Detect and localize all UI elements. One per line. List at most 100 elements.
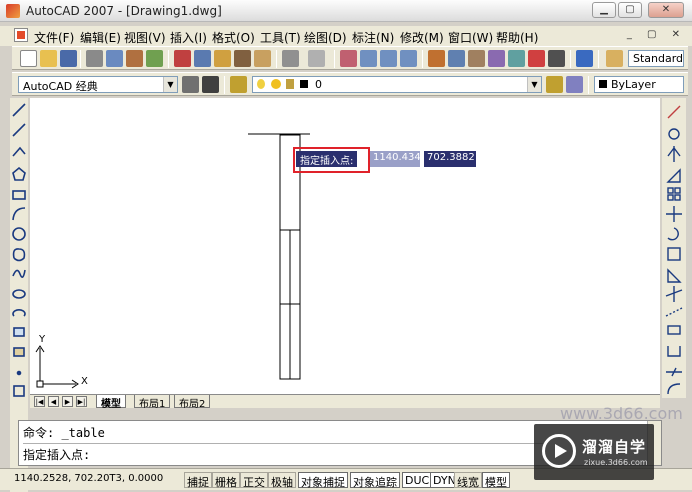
- otrack-toggle[interactable]: 对象追踪: [350, 472, 400, 489]
- watermark-title: 溜溜自学: [582, 438, 647, 456]
- osnap-toggle[interactable]: 对象捕捉: [298, 472, 348, 489]
- workspace-combo[interactable]: AutoCAD 经典 ▼: [18, 76, 178, 93]
- tool-palettes-icon[interactable]: [468, 50, 485, 67]
- hatch-icon: [13, 385, 25, 397]
- design-center-icon[interactable]: [448, 50, 465, 67]
- redo-icon[interactable]: [308, 50, 325, 67]
- watermark-url: zixue.3d66.com: [584, 458, 648, 467]
- properties-icon[interactable]: [428, 50, 445, 67]
- close-button[interactable]: ✕: [648, 2, 684, 18]
- menu-window[interactable]: 窗口(W): [448, 29, 493, 46]
- menu-dimension[interactable]: 标注(N): [352, 29, 394, 46]
- modify-toolbar: [662, 98, 686, 398]
- lock-icon[interactable]: [286, 79, 294, 89]
- menu-draw[interactable]: 绘图(D): [304, 29, 347, 46]
- plot-preview-icon[interactable]: [106, 50, 123, 67]
- chevron-down-icon[interactable]: ▼: [163, 77, 177, 92]
- undo-icon[interactable]: [282, 50, 299, 67]
- prev-tab-button[interactable]: ◀: [48, 396, 59, 407]
- standard-toolbar: Standard: [12, 46, 688, 70]
- polar-toggle[interactable]: 极轴: [268, 472, 296, 489]
- last-tab-button[interactable]: ▶|: [76, 396, 87, 407]
- text-style-icon[interactable]: [606, 50, 623, 67]
- window-title: AutoCAD 2007 - [Drawing1.dwg]: [26, 4, 222, 18]
- first-tab-button[interactable]: |◀: [34, 396, 45, 407]
- color-swatch: [599, 80, 607, 88]
- chevron-down-icon[interactable]: ▼: [527, 77, 541, 92]
- color-combo[interactable]: ByLayer: [594, 76, 684, 93]
- menu-edit[interactable]: 编辑(E): [80, 29, 121, 46]
- save-workspace-icon[interactable]: [202, 76, 219, 93]
- zoom-previous-icon[interactable]: [400, 50, 417, 67]
- minimize-button[interactable]: ▁: [592, 2, 616, 18]
- toolbar-separator: [224, 76, 225, 94]
- 3d-dwf-icon[interactable]: [146, 50, 163, 67]
- drawing-geometry: [35, 133, 310, 389]
- menu-modify[interactable]: 修改(M): [400, 29, 444, 46]
- command-history-line: 命令: _table: [23, 426, 105, 440]
- command-prompt-line[interactable]: 指定插入点:: [23, 443, 543, 463]
- tab-layout1[interactable]: 布局1: [134, 395, 171, 410]
- snap-toggle[interactable]: 捕捉: [184, 472, 212, 489]
- grid-toggle[interactable]: 栅格: [212, 472, 240, 489]
- paste-icon[interactable]: [214, 50, 231, 67]
- match-properties-icon[interactable]: [234, 50, 251, 67]
- sun-icon[interactable]: [270, 79, 281, 89]
- document-icon[interactable]: [14, 28, 28, 42]
- menu-insert[interactable]: 插入(I): [170, 29, 207, 46]
- menu-view[interactable]: 视图(V): [124, 29, 166, 46]
- spline-icon: [12, 269, 26, 278]
- construction-line-icon: [12, 123, 26, 137]
- copy-icon[interactable]: [194, 50, 211, 67]
- ellipse-arc-icon: [12, 309, 26, 317]
- calculator-icon[interactable]: [548, 50, 565, 67]
- ortho-toggle[interactable]: 正交: [240, 472, 268, 489]
- pan-icon[interactable]: [340, 50, 357, 67]
- ucs-icon: [35, 345, 79, 389]
- new-icon[interactable]: [20, 50, 37, 67]
- rotate-icon: [667, 227, 679, 241]
- insert-block-icon: [13, 327, 25, 337]
- dynamic-input-x-field[interactable]: 1140.434: [370, 151, 420, 167]
- maximize-button[interactable]: ▢: [618, 2, 642, 18]
- layer-combo[interactable]: 0 ▼: [252, 76, 542, 93]
- menu-format[interactable]: 格式(O): [212, 29, 255, 46]
- lightbulb-icon[interactable]: [257, 79, 265, 89]
- color-value: ByLayer: [611, 78, 656, 91]
- menu-tools[interactable]: 工具(T): [260, 29, 301, 46]
- trim-icon: [665, 286, 683, 302]
- print-icon[interactable]: [86, 50, 103, 67]
- mdi-window-controls[interactable]: _ ▢ ✕: [627, 29, 686, 40]
- text-style-combo[interactable]: Standard: [628, 50, 684, 67]
- menu-help[interactable]: 帮助(H): [496, 29, 538, 46]
- help-icon[interactable]: [576, 50, 593, 67]
- toolbar-separator: [80, 50, 81, 68]
- point-icon: [16, 370, 22, 376]
- cut-icon[interactable]: [174, 50, 191, 67]
- erase-icon: [667, 105, 681, 119]
- autocad-app-icon[interactable]: [6, 4, 20, 18]
- save-icon[interactable]: [60, 50, 77, 67]
- markup-icon[interactable]: [508, 50, 525, 67]
- sheet-set-icon[interactable]: [488, 50, 505, 67]
- zoom-realtime-icon[interactable]: [360, 50, 377, 67]
- next-tab-button[interactable]: ▶: [62, 396, 73, 407]
- workspace-settings-icon[interactable]: [182, 76, 199, 93]
- toolbar-separator: [570, 50, 571, 68]
- block-editor-icon[interactable]: [254, 50, 271, 67]
- menu-file[interactable]: 文件(F): [34, 29, 74, 46]
- dynamic-input-y-field[interactable]: 702.3882: [424, 151, 476, 167]
- drawing-area[interactable]: Y X: [30, 98, 660, 394]
- zoom-window-icon[interactable]: [380, 50, 397, 67]
- model-toggle[interactable]: 模型: [482, 472, 510, 489]
- layer-manager-icon[interactable]: [230, 76, 247, 93]
- tab-layout2[interactable]: 布局2: [174, 395, 211, 410]
- publish-icon[interactable]: [126, 50, 143, 67]
- toolbar-separator: [422, 50, 423, 68]
- open-icon[interactable]: [40, 50, 57, 67]
- lineweight-toggle[interactable]: 线宽: [454, 472, 482, 489]
- quickcalc-icon[interactable]: [528, 50, 545, 67]
- make-layer-current-icon[interactable]: [546, 76, 563, 93]
- layer-previous-icon[interactable]: [566, 76, 583, 93]
- tab-model[interactable]: 模型: [96, 395, 126, 410]
